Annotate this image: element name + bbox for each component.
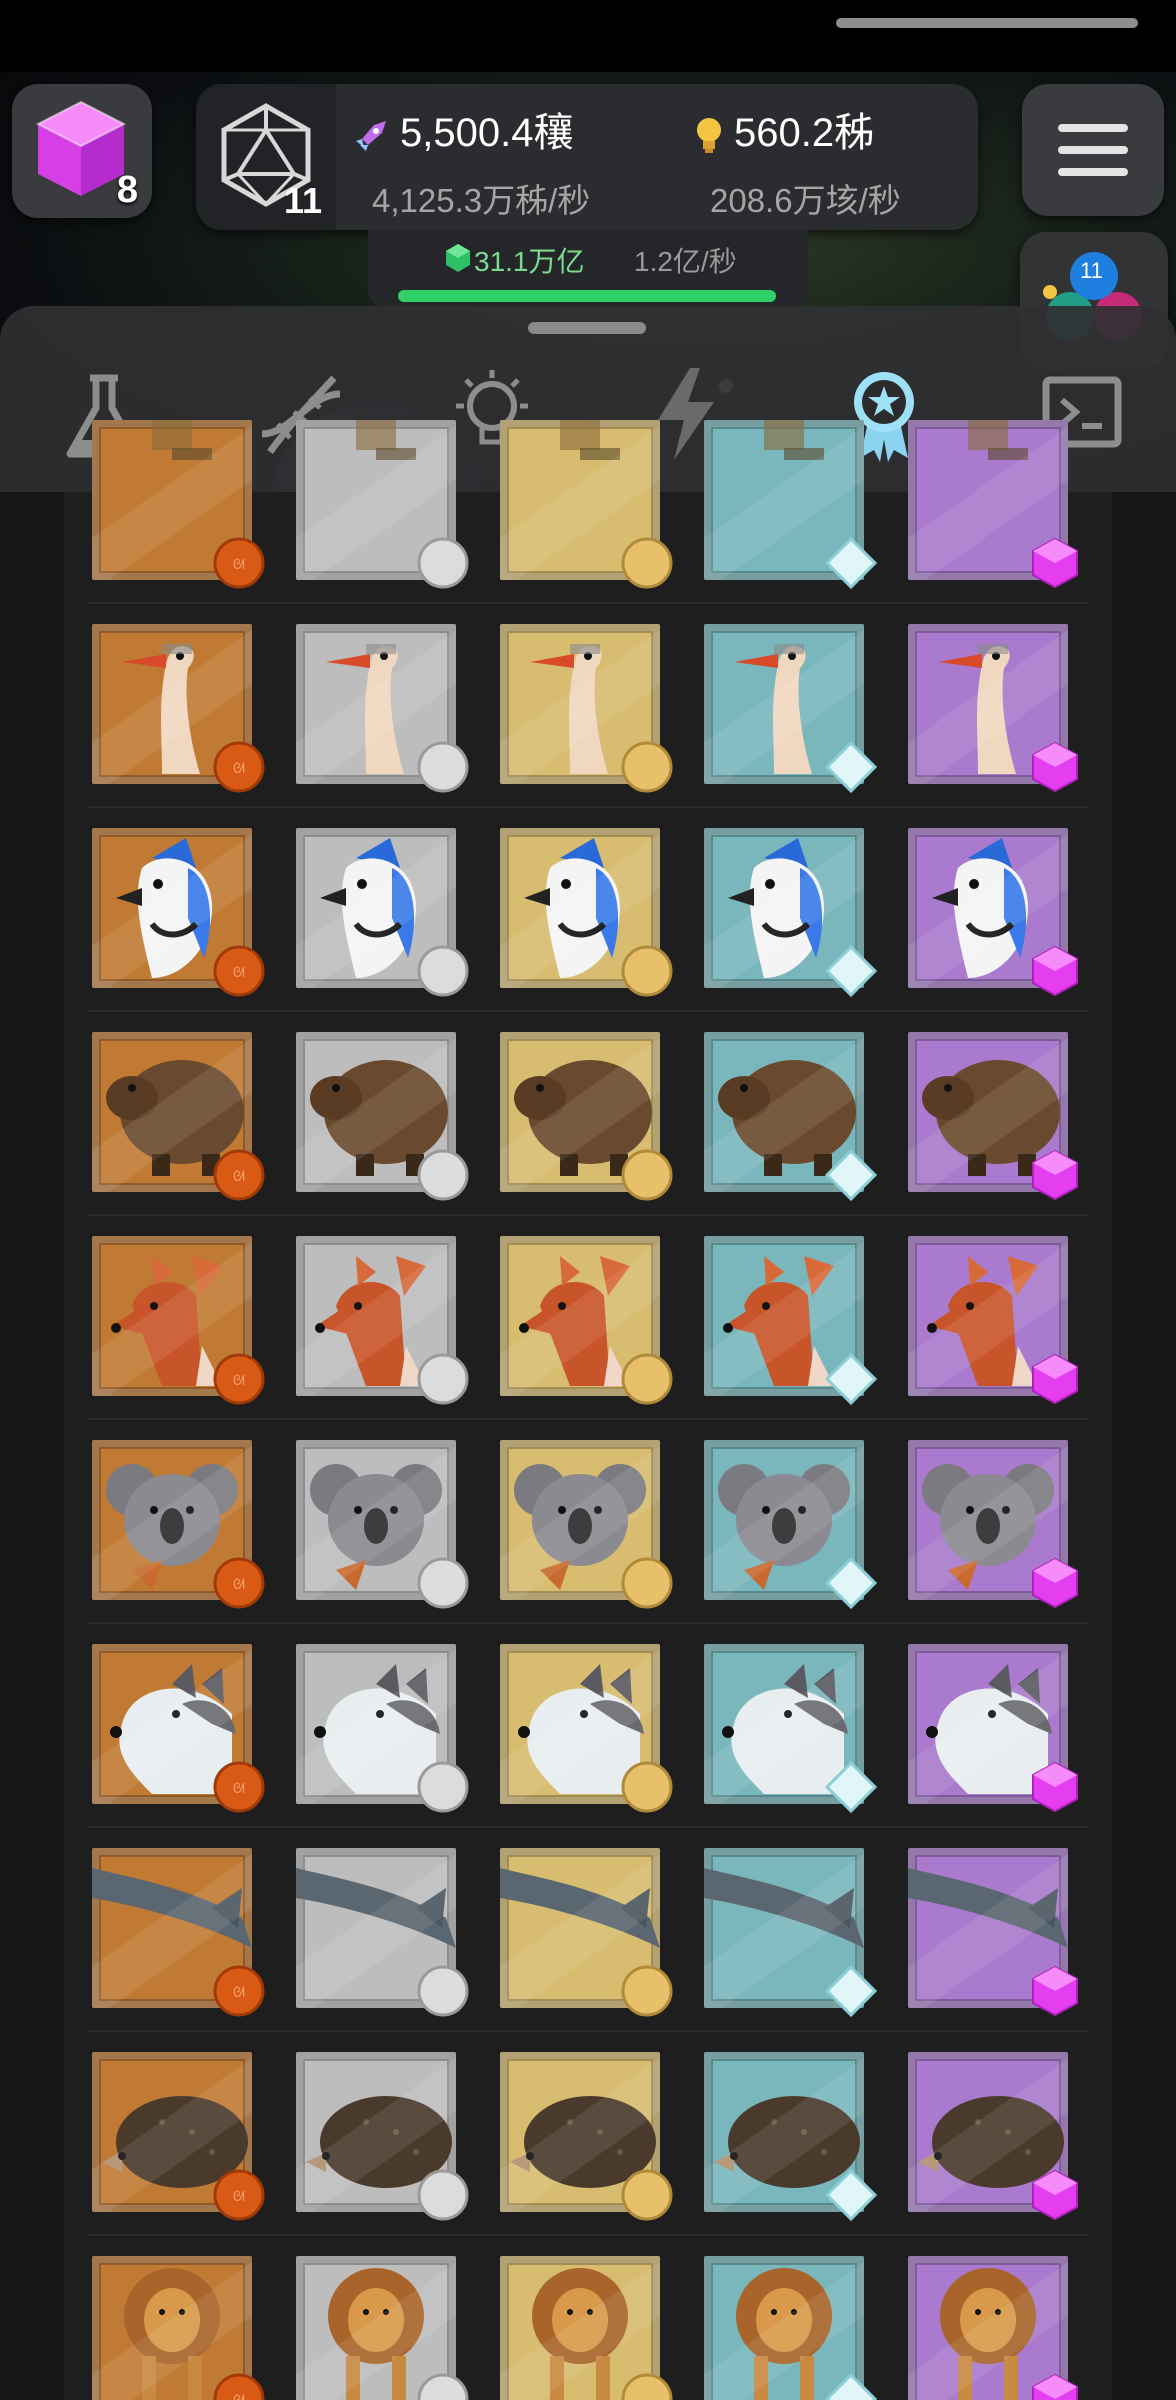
gem-progress: 31.1万亿 1.2亿/秒 [368,230,808,310]
amethyst-medal-icon [1032,537,1078,589]
amethyst-medal-icon [1032,741,1078,793]
svg-text:ᘛ: ᘛ [233,1373,245,1389]
diamond-medal-icon [824,536,878,590]
svg-text:ᘛ: ᘛ [233,1169,245,1185]
diamond-medal-icon [824,1148,878,1202]
dice-count: 11 [284,180,323,221]
gold-medal-icon [621,945,673,997]
achievement-row-koala: ᘛ [64,1420,1112,1624]
rockets-total: 5,500.4穰 [352,100,573,158]
diamond-medal-icon [824,740,878,794]
silver-medal-icon [417,1353,469,1405]
achievement-row-wolf: ᘛ [64,1624,1112,1828]
gems-total: 31.1万亿 [474,246,585,277]
gem-icon [446,244,470,272]
gold-medal-icon [621,2373,673,2400]
ideas-rate: 208.6万垓/秒 [710,182,901,219]
silver-medal-icon [417,1149,469,1201]
silver-medal-icon [417,2373,469,2400]
bronze-medal-icon: ᘛ [213,2169,265,2221]
silver-medal-icon [417,1557,469,1609]
gold-medal-icon [621,1557,673,1609]
diamond-medal-icon [824,1556,878,1610]
lightbulb-icon [697,118,721,154]
amethyst-medal-icon [1032,1557,1078,1609]
rockets-rate: 4,125.3万秭/秒 [372,182,591,219]
bronze-medal-icon: ᘛ [213,2373,265,2400]
svg-text:ᘛ: ᘛ [233,1577,245,1593]
rockets-total-value: 5,500.4穰 [400,111,574,155]
svg-text:ᘛ: ᘛ [233,2393,245,2400]
achievement-grid: ᘛ ᘛ ᘛ ᘛ ᘛ ᘛ ᘛ ᘛ ᘛ ᘛ [64,420,1112,2400]
gold-medal-icon [621,2169,673,2221]
ideas-total-value: 560.2秭 [734,111,875,155]
silver-medal-icon [417,1761,469,1813]
bronze-medal-icon: ᘛ [213,945,265,997]
badge-count: 11 [1080,258,1103,283]
diamond-medal-icon [824,1964,878,2018]
diamond-medal-icon [824,1352,878,1406]
silver-medal-icon [417,537,469,589]
gold-medal-icon [621,537,673,589]
bronze-medal-icon: ᘛ [213,1761,265,1813]
silver-medal-icon [417,945,469,997]
resource-stats-panel[interactable]: 11 5,500.4穰 4,125.3万秭/秒 560.2秭 208.6万垓/秒 [196,84,978,230]
achievement-row-beaver: ᘛ [64,1012,1112,1216]
amethyst-medal-icon [1032,1761,1078,1813]
achievement-row-blue-jay: ᘛ [64,808,1112,1012]
amethyst-medal-icon [1032,945,1078,997]
svg-text:ᘛ: ᘛ [233,557,245,573]
gold-medal-icon [621,1149,673,1201]
svg-text:ᘛ: ᘛ [233,761,245,777]
achievement-row-whale: ᘛ [64,1828,1112,2032]
svg-text:ᘛ: ᘛ [233,1985,245,2001]
silver-medal-icon [417,1965,469,2017]
achievement-row-deer: ᘛ [64,1216,1112,1420]
achievement-row-ostrich: ᘛ [64,604,1112,808]
gem-progress-bar [398,290,776,302]
achievement-row-hedgehog: ᘛ [64,2032,1112,2236]
gold-medal-icon [621,1353,673,1405]
amethyst-medal-icon [1032,2373,1078,2400]
dice-button[interactable]: 11 [196,84,336,230]
cube-count: 8 [116,169,138,211]
bronze-medal-icon: ᘛ [213,1965,265,2017]
silver-medal-icon [417,2169,469,2221]
status-bar [0,0,1176,72]
svg-text:ᘛ: ᘛ [233,1781,245,1797]
gold-medal-icon [621,1965,673,2017]
menu-button[interactable] [1022,84,1164,216]
sheet-drag-handle[interactable] [528,322,646,334]
bronze-medal-icon: ᘛ [213,741,265,793]
amethyst-medal-icon [1032,1149,1078,1201]
diamond-medal-icon [824,2372,878,2400]
diamond-medal-icon [824,944,878,998]
bronze-medal-icon: ᘛ [213,537,265,589]
gold-medal-icon [621,741,673,793]
silver-medal-icon [417,741,469,793]
bronze-medal-icon: ᘛ [213,1557,265,1609]
rocket-icon [356,121,386,152]
diamond-medal-icon [824,1760,878,1814]
diamond-medal-icon [824,2168,878,2222]
svg-text:ᘛ: ᘛ [233,965,245,981]
amethyst-medal-icon [1032,1353,1078,1405]
bronze-medal-icon: ᘛ [213,1149,265,1201]
svg-text:ᘛ: ᘛ [233,2189,245,2205]
cube-button[interactable]: 8 [12,84,152,218]
amethyst-medal-icon [1032,1965,1078,2017]
amethyst-medal-icon [1032,2169,1078,2221]
gems-rate: 1.2亿/秒 [634,246,737,277]
achievement-row-partial-top: ᘛ [64,400,1112,604]
gesture-handle [836,18,1138,28]
bronze-medal-icon: ᘛ [213,1353,265,1405]
gold-medal-icon [621,1761,673,1813]
achievement-row-lion: ᘛ [64,2236,1112,2400]
ideas-total: 560.2秭 [692,100,874,158]
